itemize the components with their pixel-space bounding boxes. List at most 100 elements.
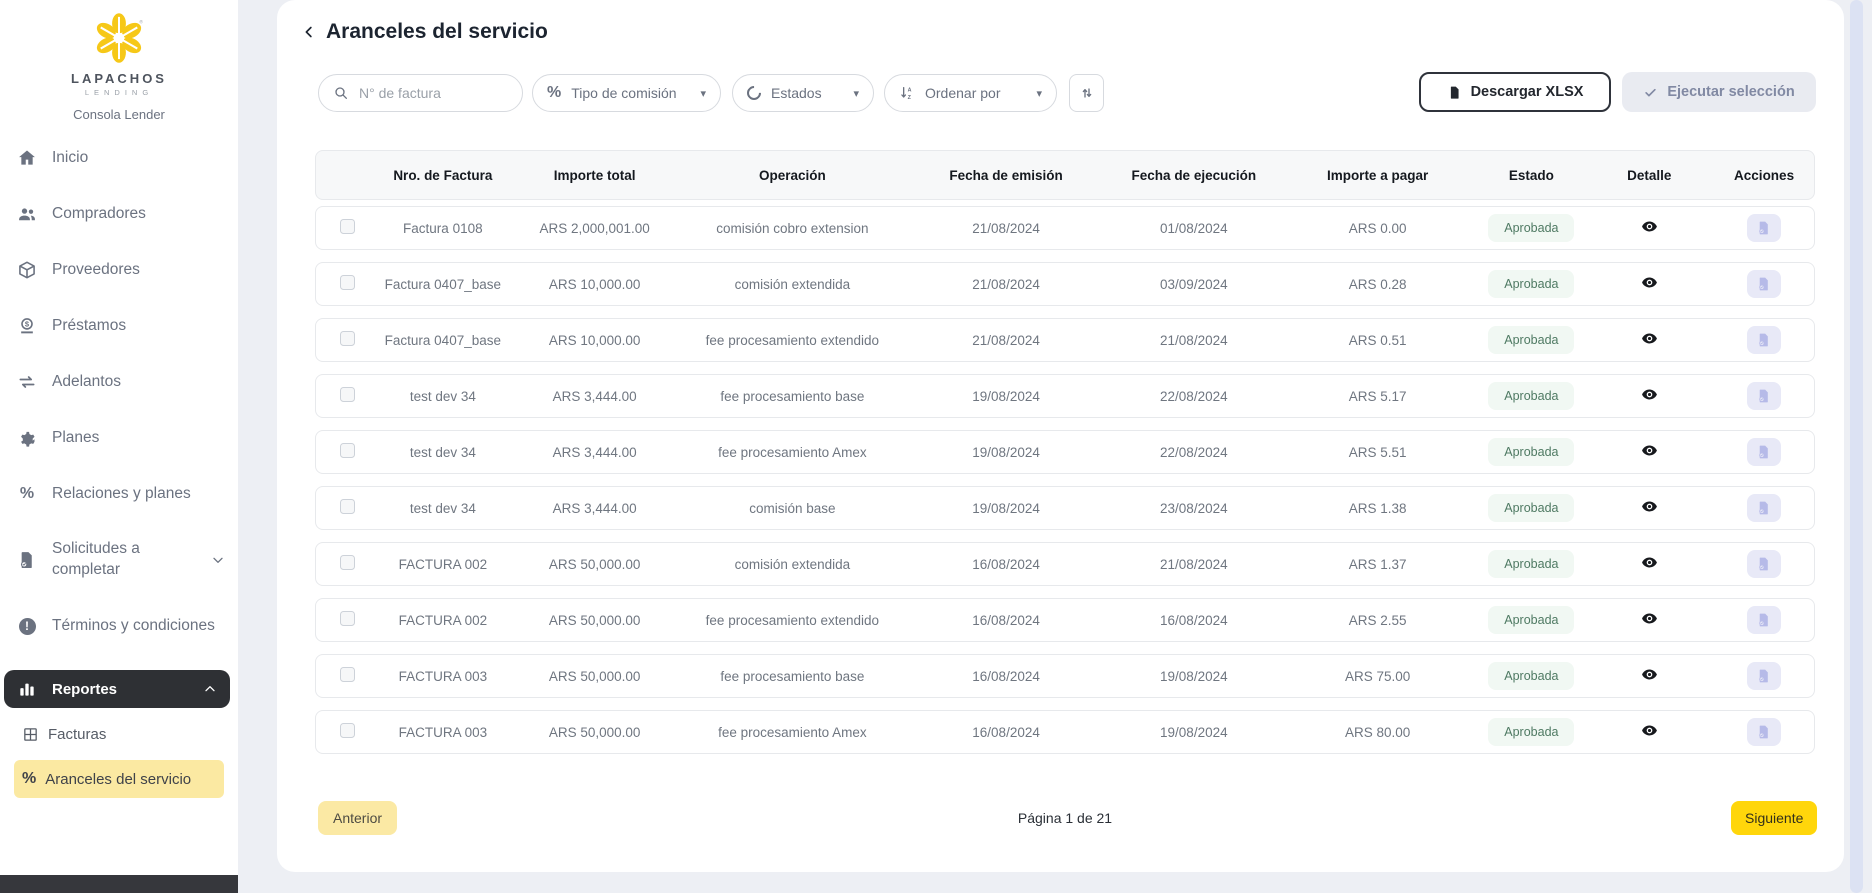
row-checkbox[interactable] — [340, 667, 355, 682]
detail-eye-icon[interactable] — [1641, 274, 1658, 291]
sidebar-nav: Inicio Compradores Proveedores $Préstamos Ad… — [0, 130, 238, 798]
detail-eye-icon[interactable] — [1641, 554, 1658, 571]
next-page-button[interactable]: Siguiente — [1731, 801, 1817, 835]
row-action-button[interactable] — [1747, 270, 1781, 298]
cell-fecha-emision: 16/08/2024 — [901, 669, 1111, 684]
status-badge: Aprobada — [1488, 382, 1574, 410]
cell-importe-pagar: ARS 80.00 — [1277, 725, 1479, 740]
scrollbar[interactable] — [1850, 0, 1863, 893]
row-checkbox[interactable] — [340, 611, 355, 626]
cell-importe-pagar: ARS 2.55 — [1277, 613, 1479, 628]
invoice-search-field[interactable] — [318, 74, 523, 112]
sidebar-item-label: Compradores — [52, 205, 146, 223]
gear-icon — [16, 428, 38, 448]
doc-check-icon — [1756, 556, 1772, 572]
sidebar-item-reportes[interactable]: Reportes — [4, 670, 230, 708]
cell-importe-pagar: ARS 1.38 — [1277, 501, 1479, 516]
cell-importe-total: ARS 3,444.00 — [506, 389, 684, 404]
sidebar-item-pr-stamos[interactable]: $Préstamos — [0, 298, 238, 354]
row-action-button[interactable] — [1747, 438, 1781, 466]
sort-direction-button[interactable] — [1069, 74, 1104, 112]
cell-importe-total: ARS 50,000.00 — [506, 613, 684, 628]
detail-eye-icon[interactable] — [1641, 442, 1658, 459]
cell-importe-total: ARS 3,444.00 — [506, 501, 684, 516]
sidebar-item-planes[interactable]: Planes — [0, 410, 238, 466]
back-chevron-icon[interactable] — [300, 23, 318, 41]
cell-fecha-ejecucion: 16/08/2024 — [1111, 613, 1277, 628]
cell-operacion: comisión extendida — [684, 277, 902, 292]
row-action-button[interactable] — [1747, 494, 1781, 522]
table-row: FACTURA 002ARS 50,000.00comisión extendi… — [315, 542, 1815, 586]
row-checkbox[interactable] — [340, 555, 355, 570]
table-row: Factura 0108ARS 2,000,001.00comisión cob… — [315, 206, 1815, 250]
cell-importe-pagar: ARS 5.51 — [1277, 445, 1479, 460]
column-header: Nro. de Factura — [380, 168, 506, 183]
estados-dropdown[interactable]: Estados ▾ — [732, 74, 874, 112]
search-icon — [333, 85, 349, 101]
row-action-button[interactable] — [1747, 550, 1781, 578]
row-action-button[interactable] — [1747, 606, 1781, 634]
status-ring-icon — [744, 83, 764, 103]
main-content: Aranceles del servicio % Tipo de comisió… — [277, 0, 1844, 872]
column-header: Acciones — [1714, 168, 1814, 183]
row-action-button[interactable] — [1747, 214, 1781, 242]
row-checkbox[interactable] — [340, 499, 355, 514]
sidebar-subitem-aranceles-del-servicio[interactable]: %Aranceles del servicio — [14, 760, 224, 798]
row-action-button[interactable] — [1747, 662, 1781, 690]
download-xlsx-button[interactable]: Descargar XLSX — [1419, 72, 1611, 112]
chevron-down-icon — [210, 552, 226, 568]
previous-page-button[interactable]: Anterior — [318, 801, 397, 835]
cell-fecha-ejecucion: 22/08/2024 — [1111, 389, 1277, 404]
cell-importe-total: ARS 10,000.00 — [506, 277, 684, 292]
sidebar-item-relaciones-y-planes[interactable]: %Relaciones y planes — [0, 466, 238, 522]
row-action-button[interactable] — [1747, 382, 1781, 410]
row-checkbox[interactable] — [340, 275, 355, 290]
detail-eye-icon[interactable] — [1641, 386, 1658, 403]
sidebar-item-label: Adelantos — [52, 373, 121, 391]
row-action-button[interactable] — [1747, 326, 1781, 354]
percent-icon: % — [547, 85, 561, 101]
cell-operacion: comisión cobro extension — [684, 221, 902, 236]
chart-icon — [16, 679, 38, 699]
detail-eye-icon[interactable] — [1641, 330, 1658, 347]
cell-operacion: fee procesamiento base — [684, 669, 902, 684]
svg-text:$: $ — [25, 320, 30, 329]
execute-selection-button[interactable]: Ejecutar selección — [1622, 72, 1816, 112]
row-checkbox[interactable] — [340, 219, 355, 234]
ordenar-por-dropdown[interactable]: A Z Ordenar por ▾ — [884, 74, 1057, 112]
status-badge: Aprobada — [1488, 718, 1574, 746]
row-checkbox[interactable] — [340, 331, 355, 346]
cell-fecha-emision: 21/08/2024 — [901, 221, 1111, 236]
column-header: Importe a pagar — [1277, 168, 1479, 183]
sidebar: ® LAPACHOS LENDING Consola Lender Inicio… — [0, 0, 238, 875]
cell-fecha-ejecucion: 22/08/2024 — [1111, 445, 1277, 460]
home-icon — [16, 148, 38, 168]
sidebar-item-inicio[interactable]: Inicio — [0, 130, 238, 186]
tipo-comision-dropdown[interactable]: % Tipo de comisión ▾ — [532, 74, 721, 112]
sidebar-item-solicitudes-a-completar[interactable]: Solicitudes a completar — [0, 522, 238, 598]
row-checkbox[interactable] — [340, 387, 355, 402]
search-input[interactable] — [359, 85, 499, 101]
sidebar-item-label: Reportes — [52, 681, 117, 698]
sidebar-subitem-facturas[interactable]: Facturas — [14, 714, 224, 754]
row-checkbox[interactable] — [340, 443, 355, 458]
detail-eye-icon[interactable] — [1641, 666, 1658, 683]
detail-eye-icon[interactable] — [1641, 218, 1658, 235]
sidebar-item-proveedores[interactable]: Proveedores — [0, 242, 238, 298]
doc-check-icon — [1756, 612, 1772, 628]
cell-factura: Factura 0407_base — [380, 333, 506, 348]
status-badge: Aprobada — [1488, 438, 1574, 466]
detail-eye-icon[interactable] — [1641, 610, 1658, 627]
row-action-button[interactable] — [1747, 718, 1781, 746]
cell-factura: FACTURA 002 — [380, 613, 506, 628]
table-row: Factura 0407_baseARS 10,000.00fee proces… — [315, 318, 1815, 362]
sidebar-item-label: Proveedores — [52, 261, 140, 279]
detail-eye-icon[interactable] — [1641, 498, 1658, 515]
sidebar-item-adelantos[interactable]: Adelantos — [0, 354, 238, 410]
svg-text:A: A — [908, 88, 912, 94]
sidebar-item-t-rminos-y-condiciones[interactable]: !Términos y condiciones — [0, 598, 238, 654]
sort-az-icon: A Z — [899, 85, 915, 101]
detail-eye-icon[interactable] — [1641, 722, 1658, 739]
sidebar-item-compradores[interactable]: Compradores — [0, 186, 238, 242]
row-checkbox[interactable] — [340, 723, 355, 738]
